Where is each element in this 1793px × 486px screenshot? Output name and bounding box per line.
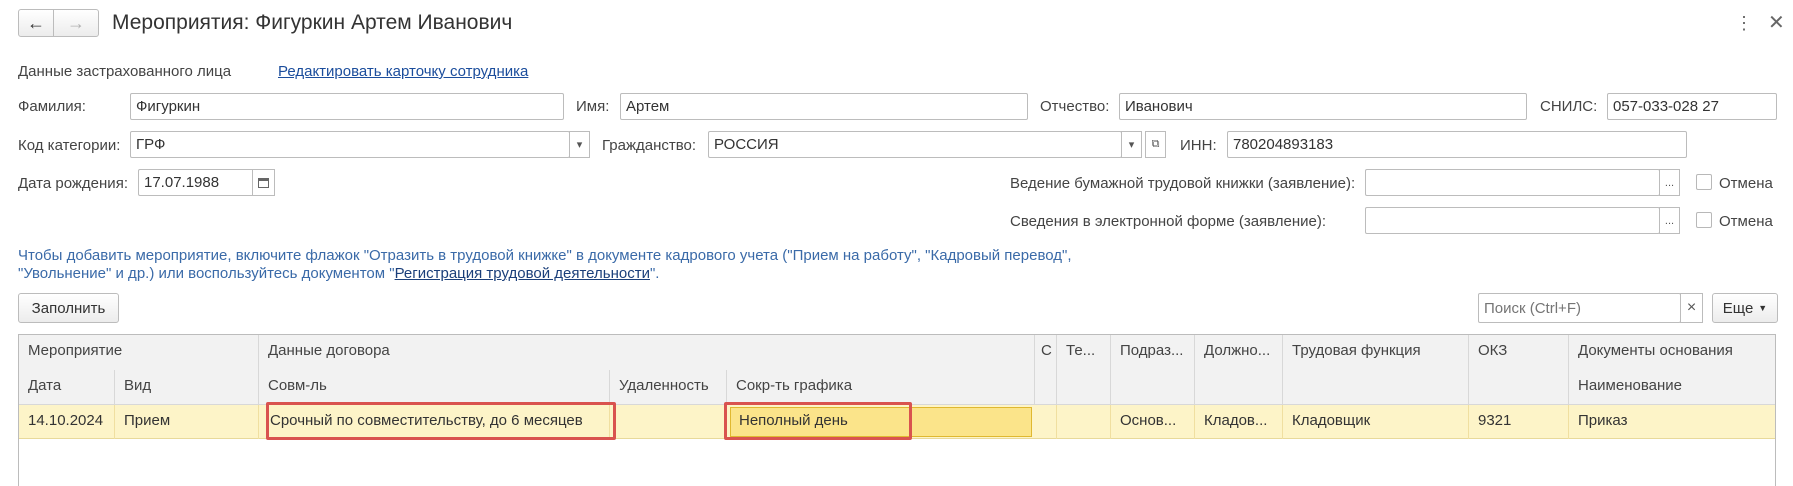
col-event[interactable]: Мероприятие xyxy=(19,335,259,370)
inn-field[interactable]: 780204893183 xyxy=(1227,131,1687,158)
chevron-down-icon: ▼ xyxy=(1758,303,1768,313)
electronic-select-button[interactable]: ... xyxy=(1659,207,1680,234)
citizenship-open-button[interactable]: ⧉ xyxy=(1145,131,1166,158)
calendar-icon xyxy=(258,177,269,188)
fill-button[interactable]: Заполнить xyxy=(18,293,119,323)
chevron-down-icon: ▾ xyxy=(576,139,583,151)
events-table: Мероприятие Данные договора С Те... Подр… xyxy=(18,334,1776,486)
info-note: Чтобы добавить мероприятие, включите фла… xyxy=(18,247,1118,283)
col-date[interactable]: Дата xyxy=(19,370,115,405)
cell-type[interactable]: Прием xyxy=(115,405,259,439)
col-labor-function[interactable]: Трудовая функция xyxy=(1283,335,1469,405)
search-clear-button[interactable]: × xyxy=(1680,293,1703,323)
middle-name-label: Отчество: xyxy=(1040,98,1110,115)
category-select[interactable]: ГРФ xyxy=(130,131,570,158)
search-input[interactable] xyxy=(1478,293,1681,323)
paper-book-cancel-label: Отмена xyxy=(1719,175,1773,192)
category-label: Код категории: xyxy=(18,137,121,154)
col-schedule[interactable]: Сокр-ть графика xyxy=(727,370,1035,405)
page-title: Мероприятия: Фигуркин Артем Иванович xyxy=(112,11,513,34)
col-type[interactable]: Вид xyxy=(115,370,259,405)
paper-book-field[interactable] xyxy=(1365,169,1660,196)
col-position[interactable]: Должно... xyxy=(1195,335,1283,405)
back-button[interactable]: ← xyxy=(18,9,54,37)
electronic-label: Сведения в электронной форме (заявление)… xyxy=(1010,213,1327,230)
col-documents[interactable]: Документы основания xyxy=(1569,335,1775,370)
cell-labor-function[interactable]: Кладовщик xyxy=(1283,405,1469,439)
info-line-1: Чтобы добавить мероприятие, включите фла… xyxy=(18,247,1072,264)
col-remote[interactable]: Удаленность xyxy=(610,370,727,405)
paper-book-label: Ведение бумажной трудовой книжки (заявле… xyxy=(1010,175,1356,192)
highlight-schedule xyxy=(724,402,912,440)
more-button[interactable]: Еще ▼ xyxy=(1712,293,1778,323)
birth-date-label: Дата рождения: xyxy=(18,175,128,192)
snils-label: СНИЛС: xyxy=(1540,98,1598,115)
citizenship-select[interactable]: РОССИЯ xyxy=(708,131,1122,158)
cell-doc-name[interactable]: Приказ xyxy=(1569,405,1775,439)
cell-date[interactable]: 14.10.2024 xyxy=(19,405,115,439)
more-actions-icon[interactable]: ⋮ xyxy=(1735,13,1753,34)
electronic-field[interactable] xyxy=(1365,207,1660,234)
col-te[interactable]: Те... xyxy=(1057,335,1111,405)
open-form-icon: ⧉ xyxy=(1151,138,1160,150)
cell-position[interactable]: Кладов... xyxy=(1195,405,1283,439)
more-button-label: Еще xyxy=(1722,299,1754,317)
chevron-down-icon: ▾ xyxy=(1128,139,1135,151)
arrow-right-icon: → xyxy=(67,12,85,33)
last-name-field[interactable]: Фигуркин xyxy=(130,93,564,120)
snils-field[interactable]: 057-033-028 27 xyxy=(1607,93,1777,120)
col-c[interactable]: С xyxy=(1035,335,1057,405)
cell-te[interactable] xyxy=(1057,405,1111,439)
paper-book-cancel-checkbox[interactable] xyxy=(1696,174,1712,190)
arrow-left-icon: ← xyxy=(27,12,45,33)
electronic-cancel-label: Отмена xyxy=(1719,213,1773,230)
category-dropdown-button[interactable]: ▾ xyxy=(569,131,590,158)
col-contract[interactable]: Данные договора xyxy=(259,335,1035,370)
middle-name-field[interactable]: Иванович xyxy=(1119,93,1527,120)
inn-label: ИНН: xyxy=(1180,137,1217,154)
info-line-2-suffix: ". xyxy=(649,265,660,282)
col-okz[interactable]: ОКЗ xyxy=(1469,335,1569,405)
citizenship-label: Гражданство: xyxy=(602,137,697,154)
calendar-button[interactable] xyxy=(252,169,275,196)
highlight-combo xyxy=(266,402,616,440)
edit-employee-link[interactable]: Редактировать карточку сотрудника xyxy=(278,63,528,80)
cell-okz[interactable]: 9321 xyxy=(1469,405,1569,439)
registration-document-link[interactable]: Регистрация трудовой деятельности xyxy=(395,265,650,282)
cell-c[interactable] xyxy=(1035,405,1057,439)
insured-section-label: Данные застрахованного лица xyxy=(18,63,232,80)
birth-date-field[interactable]: 17.07.1988 xyxy=(138,169,254,196)
electronic-cancel-checkbox[interactable] xyxy=(1696,212,1712,228)
close-icon[interactable]: ✕ xyxy=(1768,10,1785,35)
info-line-2-prefix: "Увольнение" и др.) или воспользуйтесь д… xyxy=(18,265,395,282)
first-name-label: Имя: xyxy=(576,98,610,115)
info-line-2: "Увольнение" и др.) или воспользуйтесь д… xyxy=(18,265,1118,283)
col-doc-name[interactable]: Наименование xyxy=(1569,370,1775,405)
citizenship-dropdown-button[interactable]: ▾ xyxy=(1121,131,1142,158)
forward-button[interactable]: → xyxy=(53,9,99,37)
last-name-label: Фамилия: xyxy=(18,98,86,115)
paper-book-select-button[interactable]: ... xyxy=(1659,169,1680,196)
first-name-field[interactable]: Артем xyxy=(620,93,1028,120)
col-combo[interactable]: Совм-ль xyxy=(259,370,610,405)
cell-remote[interactable] xyxy=(610,405,727,439)
col-dept[interactable]: Подраз... xyxy=(1111,335,1195,405)
cell-dept[interactable]: Основ... xyxy=(1111,405,1195,439)
